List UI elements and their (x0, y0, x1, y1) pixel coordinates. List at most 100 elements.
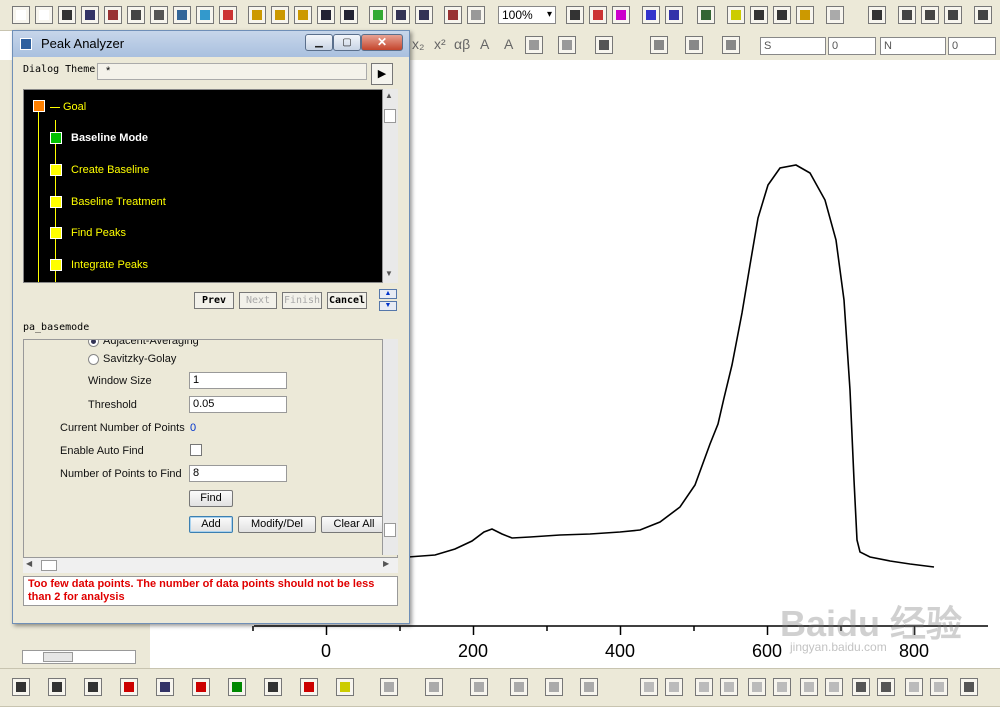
axis-icon[interactable] (974, 6, 992, 24)
send-back-icon[interactable] (877, 678, 895, 696)
fit-page-icon[interactable] (960, 678, 978, 696)
image-plot-icon[interactable] (580, 678, 598, 696)
pattern-icon[interactable] (722, 36, 740, 54)
tree-node-integrate-peaks[interactable]: Integrate Peaks (71, 259, 148, 271)
arrange-layers-icon[interactable] (921, 6, 939, 24)
add-column-icon[interactable] (826, 6, 844, 24)
settings-vscroll-thumb[interactable] (384, 523, 396, 537)
scatter-plot-icon[interactable] (48, 678, 66, 696)
finish-button[interactable]: Finish (282, 292, 322, 309)
align-icon[interactable] (525, 36, 543, 54)
copy-page-icon[interactable] (589, 6, 607, 24)
template-library-icon[interactable] (336, 678, 354, 696)
greek-button[interactable]: αβ (454, 36, 470, 52)
auto-find-checkbox[interactable] (190, 444, 202, 456)
open-icon[interactable] (248, 6, 266, 24)
window-size-input[interactable]: 1 (189, 372, 287, 389)
maximize-button[interactable]: ▢ (333, 34, 361, 51)
tree-node-baseline-treatment[interactable]: Baseline Treatment (71, 196, 166, 208)
stock-plot-icon[interactable] (300, 678, 318, 696)
prev-button[interactable]: Prev (194, 292, 234, 309)
border-width-combo[interactable]: 0 (948, 37, 996, 55)
bring-front-icon[interactable] (852, 678, 870, 696)
new-function-icon[interactable] (150, 6, 168, 24)
same-height-icon[interactable] (825, 678, 843, 696)
align-left-icon[interactable] (640, 678, 658, 696)
tree-node-find-peaks[interactable]: Find Peaks (71, 227, 126, 239)
group-icon[interactable] (905, 678, 923, 696)
smart-hint-icon[interactable] (773, 6, 791, 24)
same-width-icon[interactable] (800, 678, 818, 696)
panel-hscroll-thumb[interactable] (43, 652, 73, 662)
add-button[interactable]: Add (189, 516, 233, 533)
scroll-left-icon[interactable]: ◀ (26, 559, 32, 568)
settings-vscrollbar[interactable] (382, 339, 398, 555)
border-combo[interactable]: N (880, 37, 946, 55)
save-template-icon[interactable] (340, 6, 358, 24)
line-plot-icon[interactable] (12, 678, 30, 696)
dialog-titlebar[interactable]: Peak Analyzer ▁ ▢ ✕ (13, 31, 409, 57)
tree-node-goal[interactable]: Goal (63, 101, 86, 113)
next-button[interactable]: Next (239, 292, 277, 309)
scroll-right-icon[interactable]: ▶ (383, 559, 389, 568)
cancel-button[interactable]: Cancel (327, 292, 367, 309)
minimize-button[interactable]: ▁ (305, 34, 333, 51)
column-plot-icon[interactable] (120, 678, 138, 696)
new-graph-icon[interactable] (104, 6, 122, 24)
line-width-combo[interactable]: 0 (828, 37, 876, 55)
new-excel-icon[interactable] (81, 6, 99, 24)
align-right-icon[interactable] (665, 678, 683, 696)
recalculate-icon[interactable] (444, 6, 462, 24)
modify-del-button[interactable]: Modify/Del (238, 516, 316, 533)
line-color-icon[interactable] (685, 36, 703, 54)
points-to-find-input[interactable]: 8 (189, 465, 287, 482)
align-top-icon[interactable] (695, 678, 713, 696)
new-report-icon[interactable] (219, 6, 237, 24)
increase-font-button[interactable]: A (480, 36, 489, 52)
boxplot-icon[interactable] (192, 678, 210, 696)
threshold-input[interactable]: 0.05 (189, 396, 287, 413)
messages-log-icon[interactable] (750, 6, 768, 24)
adjacent-averaging-radio[interactable] (88, 340, 99, 347)
zoom-combo[interactable]: 100% (498, 6, 556, 24)
settings-gear-icon[interactable] (796, 6, 814, 24)
grid-icon[interactable] (558, 36, 576, 54)
scroll-up-icon[interactable]: ▲ (385, 91, 393, 100)
settings-hscrollbar[interactable]: ◀ ▶ (23, 557, 398, 573)
line-symbol-icon[interactable] (84, 678, 102, 696)
command-window-icon[interactable] (727, 6, 745, 24)
fill-color-icon[interactable] (650, 36, 668, 54)
new-workbook-icon[interactable] (58, 6, 76, 24)
scroll-down-icon[interactable]: ▼ (385, 269, 393, 278)
refresh-icon[interactable] (612, 6, 630, 24)
polar-plot-icon[interactable] (264, 678, 282, 696)
import-ascii-icon[interactable] (392, 6, 410, 24)
collapse-up-icon[interactable]: ▲ (379, 289, 397, 299)
tree-node-create-baseline[interactable]: Create Baseline (71, 164, 149, 176)
new-matrix-icon[interactable] (127, 6, 145, 24)
align-hcenter-icon[interactable] (773, 678, 791, 696)
open-template-icon[interactable] (271, 6, 289, 24)
results-log-icon[interactable] (665, 6, 683, 24)
new-project-icon[interactable] (12, 6, 30, 24)
save-project-icon[interactable] (317, 6, 335, 24)
new-layout-icon[interactable] (173, 6, 191, 24)
close-button[interactable]: ✕ (361, 34, 403, 51)
tree-scroll-thumb[interactable] (384, 109, 396, 123)
statistics-plot-icon[interactable] (156, 678, 174, 696)
print-icon[interactable] (566, 6, 584, 24)
project-explorer-icon[interactable] (697, 6, 715, 24)
code-builder-icon[interactable] (642, 6, 660, 24)
new-folder-icon[interactable] (35, 6, 53, 24)
font-color-icon[interactable] (595, 36, 613, 54)
clear-all-button[interactable]: Clear All (321, 516, 387, 533)
align-bottom-icon[interactable] (720, 678, 738, 696)
layer-icon[interactable] (868, 6, 886, 24)
layout-icon[interactable] (898, 6, 916, 24)
find-button[interactable]: Find (189, 490, 233, 507)
tree-node-baseline-mode[interactable]: Baseline Mode (71, 132, 148, 144)
3d-bar-icon[interactable] (425, 678, 443, 696)
area-plot-icon[interactable] (228, 678, 246, 696)
new-notes-icon[interactable] (196, 6, 214, 24)
collapse-down-icon[interactable]: ▼ (379, 301, 397, 311)
